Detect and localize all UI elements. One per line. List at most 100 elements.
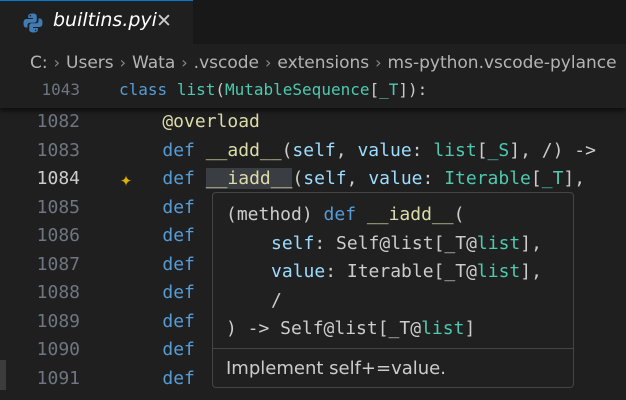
breadcrumb-item[interactable]: Users <box>66 53 114 73</box>
tab-title: builtins.pyi <box>53 9 157 31</box>
code-token: / <box>271 289 282 311</box>
code-token: _S <box>487 139 510 161</box>
code-line[interactable]: 1082 @overload <box>0 108 626 136</box>
line-number: 1089 <box>36 310 80 332</box>
code-token: MutableSequence <box>224 80 370 99</box>
code-token: def <box>162 225 195 246</box>
code-token: def <box>162 310 195 332</box>
line-number: 1086 <box>36 225 80 246</box>
chevron-right-icon: › <box>375 53 382 72</box>
code-line[interactable]: 1084 def __iadd__(self, value: Iterable[… <box>0 165 626 193</box>
code-token: def <box>323 204 357 225</box>
code-token: def <box>162 339 195 360</box>
breadcrumb-item[interactable]: ms-python.vscode-pylance <box>388 53 617 73</box>
sparkle-icon[interactable]: ✦ <box>120 165 132 193</box>
breadcrumb-item[interactable]: .vscode <box>194 53 259 73</box>
breadcrumb-item[interactable]: C: <box>30 53 48 73</box>
chevron-right-icon: › <box>53 53 61 72</box>
line-code: def __add__(self, value: list[_S], /) -> <box>119 137 596 165</box>
code-token: , <box>346 168 369 189</box>
line-number: 1082 <box>36 111 80 132</box>
code-token: ], <box>520 232 542 254</box>
line-code: @overload <box>119 108 260 136</box>
code-token: value <box>357 139 412 161</box>
tooltip-docstring: Implement self+=value. <box>226 358 446 379</box>
code-token: value <box>271 261 326 282</box>
chevron-right-icon: › <box>265 53 272 72</box>
editor-tab[interactable]: builtins.pyi ✕ <box>0 0 193 44</box>
line-number: 1084 <box>36 168 80 189</box>
tab-bar: builtins.pyi ✕ <box>0 0 626 44</box>
code-token: self <box>292 139 336 161</box>
scroll-indicator <box>0 360 6 390</box>
code-token: list <box>476 261 521 282</box>
line-number: 1091 <box>36 367 80 389</box>
breadcrumb-item[interactable]: extensions <box>277 53 369 73</box>
code-token: , <box>335 139 358 161</box>
signature-line: / <box>226 287 542 316</box>
code-token: [ <box>476 139 488 161</box>
signature-line: ) -> Self@list[_T@list] <box>226 315 542 344</box>
code-token: ] <box>464 318 476 339</box>
line-number: 1087 <box>36 253 80 275</box>
code-token: class <box>119 80 168 99</box>
code-token: ( <box>453 204 465 225</box>
breadcrumb: C: › Users › Wata › .vscode › extensions › ms-pyth… <box>30 53 617 73</box>
code-token: Iterable <box>444 168 531 189</box>
code-token: : Self@list[_T@ <box>314 232 477 254</box>
code-token: : <box>411 139 434 161</box>
line-number: 1083 <box>36 139 80 161</box>
signature-line: self: Self@list[_T@list], <box>226 230 542 259</box>
line-number: 1043 <box>41 80 80 99</box>
code-token: ]): <box>398 80 428 99</box>
code-token: __iadd__ <box>366 204 454 225</box>
code-token: ], <box>520 261 542 282</box>
code-token: _T <box>541 168 564 189</box>
code-token: value <box>368 168 423 189</box>
code-line[interactable]: 1083 def __add__(self, value: list[_S], … <box>0 137 626 165</box>
code-token: ( <box>281 139 293 161</box>
code-token: ], /) -> <box>509 139 596 161</box>
code-token: __add__ <box>205 139 282 161</box>
code-token: list <box>476 232 521 254</box>
breadcrumb-item[interactable]: Wata <box>132 53 175 73</box>
line-number: 1088 <box>36 282 80 303</box>
code-token: list <box>421 318 465 339</box>
code-token: __iadd__ <box>205 168 293 189</box>
code-token: [ <box>530 168 542 189</box>
python-file-icon <box>23 13 43 33</box>
signature-line: (method) def __iadd__( <box>226 201 542 230</box>
line-number: 1085 <box>36 196 80 218</box>
chevron-right-icon: › <box>181 53 188 72</box>
code-token: self <box>271 232 315 254</box>
code-token: ( <box>292 168 304 189</box>
code-token: list <box>176 80 216 99</box>
sticky-scroll-header[interactable]: 1043 class list(MutableSequence[_T]): <box>0 80 626 108</box>
hover-tooltip: (method) def __iadd__(self: Self@list[_T… <box>212 192 574 388</box>
code-token: ( <box>215 80 225 99</box>
code-token: def <box>162 253 195 275</box>
code-token: def <box>162 282 195 303</box>
code-token: @overload <box>119 111 260 132</box>
code-token: _T <box>379 80 399 99</box>
close-icon[interactable]: ✕ <box>156 10 172 32</box>
code-token: : <box>422 168 445 189</box>
line-code: def __iadd__(self, value: Iterable[_T], <box>119 165 585 193</box>
tooltip-divider <box>213 348 573 349</box>
code-token: def <box>162 168 195 189</box>
code-token: ], <box>563 168 586 189</box>
code-token: def <box>162 196 195 218</box>
code-token: self <box>303 168 347 189</box>
